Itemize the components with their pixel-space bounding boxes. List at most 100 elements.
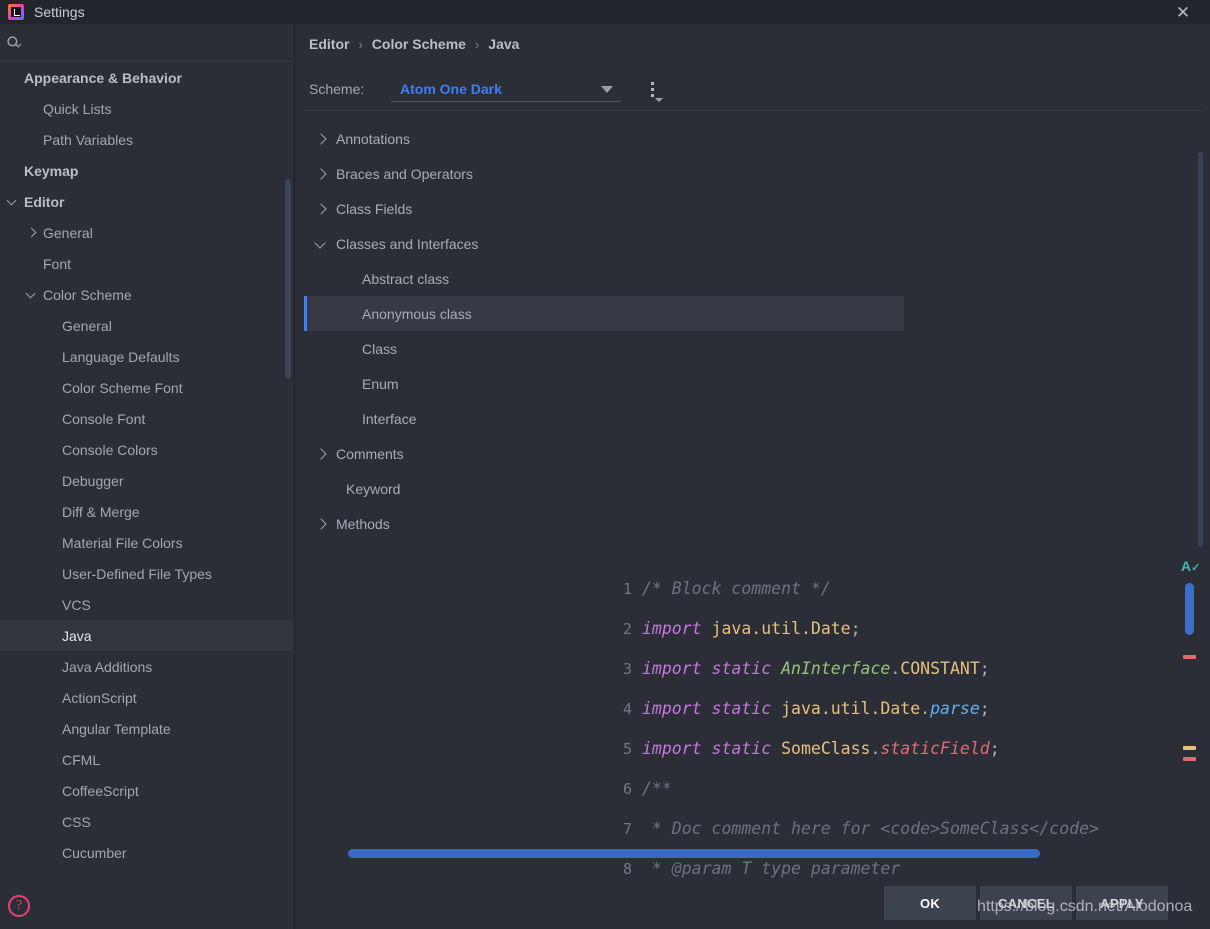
sidebar-item-language-defaults[interactable]: Language Defaults	[0, 341, 294, 372]
color-page-label: Braces and Operators	[336, 165, 473, 182]
sidebar-item-label: User-Defined File Types	[62, 565, 212, 582]
chevron-down-icon[interactable]	[6, 195, 20, 209]
color-pages-scrollbar-thumb[interactable]	[1198, 152, 1203, 547]
color-page-classes-and-interfaces[interactable]: Classes and Interfaces	[304, 226, 904, 261]
breadcrumb-item[interactable]: Editor	[309, 36, 349, 52]
sidebar-item-label: Console Font	[62, 410, 146, 427]
color-page-label: Anonymous class	[362, 305, 472, 322]
sidebar-item-general[interactable]: General	[0, 217, 294, 248]
error-stripe-mark[interactable]	[1183, 655, 1196, 659]
spellcheck-icon[interactable]: A✓	[1181, 558, 1201, 576]
sidebar-item-appearance-behavior[interactable]: Appearance & Behavior	[0, 62, 294, 93]
code-token: java.util.Date	[781, 699, 921, 718]
code-token: CONSTANT	[900, 659, 980, 678]
sidebar-item-general[interactable]: General	[0, 310, 294, 341]
close-icon[interactable]: ✕	[1168, 0, 1198, 24]
code-token: ;	[979, 659, 990, 678]
sidebar-item-color-scheme-font[interactable]: Color Scheme Font	[0, 372, 294, 403]
sidebar-item-java-additions[interactable]: Java Additions	[0, 651, 294, 682]
color-page-annotations[interactable]: Annotations	[304, 121, 904, 156]
scheme-options-menu-icon[interactable]	[643, 76, 665, 102]
error-stripe-mark[interactable]	[1183, 757, 1196, 761]
color-page-class[interactable]: Class	[304, 331, 904, 366]
intellij-idea-logo-icon	[8, 4, 24, 20]
chevron-right-icon[interactable]	[314, 201, 330, 217]
chevron-right-icon[interactable]	[314, 131, 330, 147]
chevron-down-icon[interactable]	[314, 236, 330, 252]
sidebar-item-path-variables[interactable]: Path Variables	[0, 124, 294, 155]
sidebar-item-coffeescript[interactable]: CoffeeScript	[0, 775, 294, 806]
preview-horizontal-scrollbar[interactable]	[348, 849, 1040, 858]
color-page-abstract-class[interactable]: Abstract class	[304, 261, 904, 296]
sidebar-item-keymap[interactable]: Keymap	[0, 155, 294, 186]
sidebar-item-diff-merge[interactable]: Diff & Merge	[0, 496, 294, 527]
chevron-down-icon	[655, 98, 663, 102]
error-stripe-gutter[interactable]: A✓	[1178, 555, 1202, 865]
chevron-right-icon[interactable]	[314, 166, 330, 182]
sidebar-item-actionscript[interactable]: ActionScript	[0, 682, 294, 713]
ok-button[interactable]: OK	[884, 886, 976, 920]
cancel-button[interactable]: CANCEL	[980, 886, 1072, 920]
chevron-down-icon[interactable]	[25, 288, 39, 302]
apply-button[interactable]: APPLY	[1076, 886, 1168, 920]
sidebar-item-angular-template[interactable]: Angular Template	[0, 713, 294, 744]
sidebar-item-console-font[interactable]: Console Font	[0, 403, 294, 434]
sidebar-item-editor[interactable]: Editor	[0, 186, 294, 217]
color-page-label: Keyword	[346, 480, 401, 497]
color-page-interface[interactable]: Interface	[304, 401, 904, 436]
sidebar-item-debugger[interactable]: Debugger	[0, 465, 294, 496]
color-page-class-fields[interactable]: Class Fields	[304, 191, 904, 226]
code-token: SomeClass	[781, 739, 871, 758]
sidebar-item-console-colors[interactable]: Console Colors	[0, 434, 294, 465]
sidebar-item-vcs[interactable]: VCS	[0, 589, 294, 620]
code-token: /* Block comment */	[642, 579, 831, 598]
sidebar-item-color-scheme[interactable]: Color Scheme	[0, 279, 294, 310]
sidebar-item-java[interactable]: Java	[0, 620, 294, 651]
code-preview[interactable]: 1 /* Block comment */ 2 import java.util.Da…	[606, 569, 1210, 889]
search-input[interactable]	[28, 32, 278, 54]
sidebar-item-css[interactable]: CSS	[0, 806, 294, 837]
sidebar-item-label: Material File Colors	[62, 534, 183, 551]
error-stripe-mark[interactable]	[1183, 746, 1196, 750]
sidebar-item-quick-lists[interactable]: Quick Lists	[0, 93, 294, 124]
line-number: 5	[622, 740, 632, 758]
preview-scrollbar-thumb[interactable]	[1185, 583, 1194, 635]
color-page-anonymous-class[interactable]: Anonymous class	[304, 296, 904, 331]
code-token: .	[890, 659, 901, 678]
sidebar-item-material-file-colors[interactable]: Material File Colors	[0, 527, 294, 558]
code-token: /**	[642, 779, 672, 798]
color-page-methods[interactable]: Methods	[304, 506, 904, 541]
sidebar-item-cucumber[interactable]: Cucumber	[0, 837, 294, 868]
help-icon[interactable]: ?	[8, 895, 30, 917]
color-page-braces-and-operators[interactable]: Braces and Operators	[304, 156, 904, 191]
sidebar-item-label: Keymap	[24, 162, 79, 179]
chevron-right-icon[interactable]	[25, 226, 39, 240]
breadcrumb-item[interactable]: Java	[488, 36, 519, 52]
scheme-dropdown[interactable]: Atom One Dark	[391, 76, 621, 102]
sidebar-item-user-defined-file-types[interactable]: User-Defined File Types	[0, 558, 294, 589]
sidebar-item-label: Path Variables	[43, 131, 134, 148]
dialog-buttons: OK CANCEL APPLY	[884, 886, 1168, 920]
chevron-right-icon[interactable]	[314, 516, 330, 532]
color-page-keyword[interactable]: Keyword	[304, 471, 904, 506]
code-preview-lines: 1 /* Block comment */ 2 import java.util.Da…	[606, 569, 1099, 889]
color-page-enum[interactable]: Enum	[304, 366, 904, 401]
sidebar-scrollbar-thumb[interactable]	[285, 179, 291, 379]
sidebar-item-label: CFML	[62, 751, 101, 768]
sidebar-item-font[interactable]: Font	[0, 248, 294, 279]
sidebar-item-cfml[interactable]: CFML	[0, 744, 294, 775]
sidebar-item-label: CoffeeScript	[62, 782, 139, 799]
sidebar-item-label: Cucumber	[62, 844, 127, 861]
breadcrumb-item[interactable]: Color Scheme	[372, 36, 466, 52]
chevron-right-icon[interactable]	[314, 446, 330, 462]
code-token: * Doc comment here for <code>SomeClass</…	[642, 819, 1099, 838]
kebab-dot	[651, 88, 654, 91]
color-page-comments[interactable]: Comments	[304, 436, 904, 471]
